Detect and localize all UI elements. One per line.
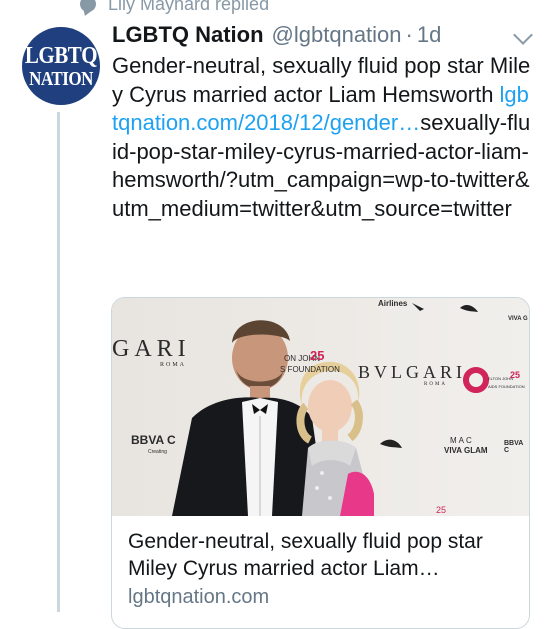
tweet-text-body: Gender-neutral, sexually fluid pop star … [112,53,531,107]
timestamp[interactable]: 1d [417,22,441,48]
avatar-text-line1: LGBTQ [24,41,98,69]
backdrop-airlines: Airlines [378,299,408,308]
social-context-text: Lily Maynard replied [108,0,270,14]
backdrop-years: 25 [310,348,325,363]
backdrop-bbva: BBVA C [131,433,176,447]
backdrop-gari: GARI [112,336,191,362]
separator-dot: · [405,22,413,47]
backdrop-creating: Creating [148,449,167,455]
link-card[interactable]: GARI ROMA BVLGARI ROMA Airlines ON JOHN … [111,297,530,629]
tweet-header: LGBTQ Nation @lgbtqnation · 1d [112,22,532,54]
backdrop-viva-top: VIVA G [508,316,528,322]
backdrop-foundation-2: S FOUNDATION [280,365,340,374]
backdrop-mac: MAC [450,436,474,445]
tweet-text: Gender-neutral, sexually fluid pop star … [112,52,532,224]
backdrop-aids: AIDS FOUNDATION [488,384,525,389]
author-name[interactable]: LGBTQ Nation [112,22,264,48]
backdrop-25c: 25 [436,505,447,515]
backdrop-roma-2: ROMA [424,382,448,387]
backdrop-viva-glam: VIVA GLAM [444,446,488,455]
reply-bubble-icon [80,0,96,12]
backdrop-bbva-2: BBVA C [504,440,524,454]
author-handle[interactable]: @lgbtqnation [272,22,402,48]
thread-line [57,112,60,612]
card-image: GARI ROMA BVLGARI ROMA Airlines ON JOHN … [112,298,529,516]
avatar[interactable]: LGBTQ NATION [22,27,100,105]
backdrop-25b: 25 [510,370,521,380]
backdrop-bvlgari: BVLGARI [358,362,466,382]
backdrop-roma: ROMA [160,362,187,368]
card-title: Gender-neutral, sexually fluid pop star … [128,530,483,580]
card-photo [112,298,529,516]
avatar-text-line2: NATION [29,67,93,90]
card-domain: lgbtqnation.com [128,586,270,608]
social-context: Lily Maynard replied [80,0,269,18]
